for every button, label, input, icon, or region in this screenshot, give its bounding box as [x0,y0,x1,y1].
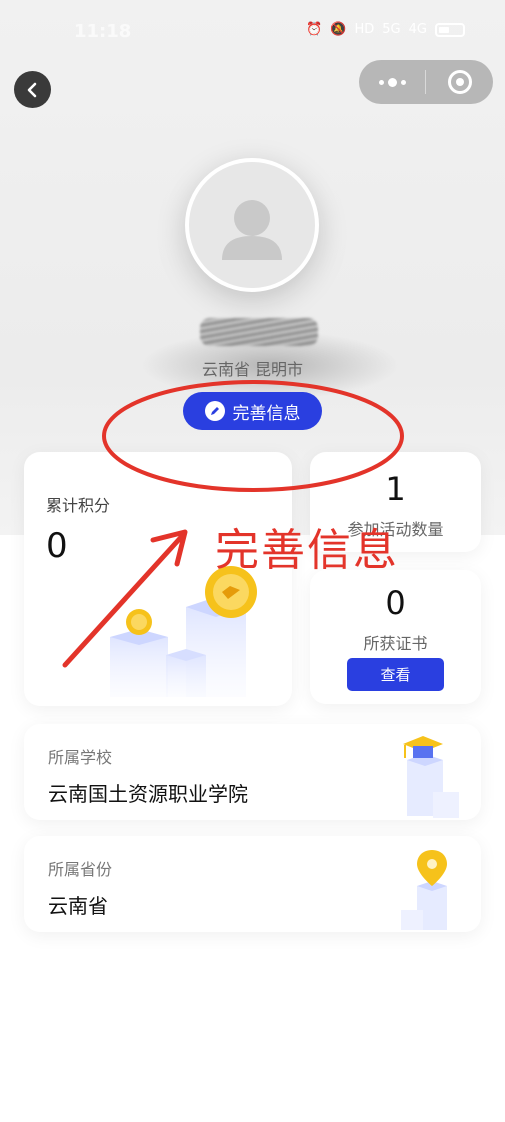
province-name: 云南省 [48,894,108,918]
view-certificates-button[interactable]: 查看 [347,658,444,691]
battery-icon [435,22,465,37]
certificate-count: 0 [385,584,406,622]
user-location: 云南省 昆明市 [201,360,304,379]
signal-icon: 5G [382,22,401,37]
activity-count: 1 [385,470,406,508]
status-icons: ⏰ 🔕 HD 5G 4G [306,22,465,37]
more-dots-icon[interactable] [359,77,425,87]
avatar[interactable] [185,158,319,292]
points-label: 累计积分 [46,496,111,515]
location-pin-icon [401,850,447,930]
mini-program-capsule [359,60,493,104]
complete-info-label: 完善信息 [232,403,301,424]
graduation-cap-icon [403,736,459,818]
chevron-left-icon [27,82,36,97]
user-name-redacted [200,318,318,346]
province-card[interactable]: 所属省份 云南省 [24,836,481,932]
hd-icon: HD [354,22,375,37]
points-card: 累计积分 0 [24,452,292,706]
alarm-icon: ⏰ [306,22,323,37]
close-button[interactable] [426,70,493,94]
status-bar: 11:18 ⏰ 🔕 HD 5G 4G [0,0,505,62]
edit-icon [204,401,225,421]
target-close-icon [447,70,472,94]
signal-icon: 4G [408,22,427,37]
points-value: 0 [46,526,68,566]
school-label: 所属学校 [48,748,113,767]
certificate-label: 所获证书 [363,634,428,653]
school-card[interactable]: 所属学校 云南国土资源职业学院 [24,724,481,820]
school-name: 云南国土资源职业学院 [48,782,248,806]
certificate-card: 0 所获证书 查看 [310,570,481,704]
back-button[interactable] [14,71,51,108]
status-time: 11:18 [74,21,132,42]
mute-icon: 🔕 [330,22,347,37]
user-placeholder-icon [222,200,282,260]
complete-info-button[interactable]: 完善信息 [183,392,322,430]
annotation-text: 完善信息 [215,525,399,576]
province-label: 所属省份 [48,860,113,879]
coins-illustration [110,566,257,697]
